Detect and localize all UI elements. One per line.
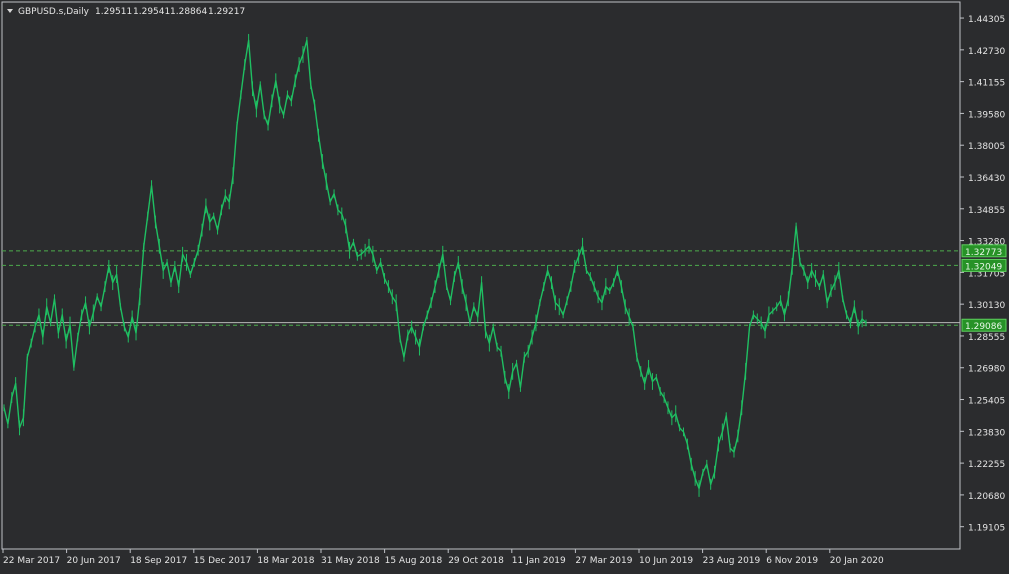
- x-tick-label: 20 Jun 2017: [67, 556, 121, 566]
- y-tick-label: 1.25405: [968, 397, 1005, 407]
- x-tick-label: 15 Aug 2018: [385, 556, 443, 566]
- x-tick-label: 11 Jan 2019: [512, 556, 566, 566]
- y-tick-label: 1.42730: [968, 47, 1005, 57]
- x-tick-label: 29 Oct 2018: [448, 556, 504, 566]
- chart-background: [0, 0, 1009, 570]
- x-tick-label: 20 Jan 2020: [830, 556, 884, 566]
- y-tick-label: 1.44305: [968, 15, 1005, 25]
- y-tick-label: 1.28555: [968, 333, 1005, 343]
- ohlc-close: 1.29217: [208, 7, 245, 17]
- y-tick-label: 1.39580: [968, 110, 1005, 120]
- y-tick-label: 1.26980: [968, 365, 1005, 375]
- x-tick-label: 23 Aug 2019: [703, 556, 761, 566]
- x-tick-label: 31 May 2018: [321, 556, 380, 566]
- y-tick-label: 1.30130: [968, 301, 1005, 311]
- x-tick-label: 18 Sep 2017: [130, 556, 187, 566]
- x-tick-label: 6 Nov 2019: [766, 556, 818, 566]
- y-tick-label: 1.19105: [968, 524, 1005, 534]
- header: GBPUSD.s,Daily 1.29511 1.29541 1.28864 1…: [7, 7, 245, 17]
- x-tick-label: 10 Jun 2019: [639, 556, 693, 566]
- y-tick-label: 1.22255: [968, 460, 1005, 470]
- y-tick-label: 1.41155: [968, 79, 1005, 89]
- ohlc-open: 1.29511: [95, 7, 132, 17]
- level-label: 1.29086: [965, 322, 1002, 332]
- y-tick-label: 1.20680: [968, 492, 1005, 502]
- chart-svg: GBPUSD.s,Daily 1.29511 1.29541 1.28864 1…: [0, 0, 1009, 570]
- chart-window: GBPUSD.s,Daily 1.29511 1.29541 1.28864 1…: [0, 0, 1009, 570]
- y-tick-label: 1.38005: [968, 142, 1005, 152]
- x-tick-label: 18 Mar 2018: [257, 556, 314, 566]
- y-tick-label: 1.23830: [968, 428, 1005, 438]
- level-label: 1.32049: [965, 262, 1002, 272]
- x-tick-label: 27 Mar 2019: [575, 556, 632, 566]
- level-label: 1.32773: [965, 248, 1002, 258]
- y-tick-label: 1.36430: [968, 174, 1005, 184]
- x-tick-label: 15 Dec 2017: [194, 556, 252, 566]
- ohlc-high: 1.29541: [133, 7, 170, 17]
- y-tick-label: 1.34855: [968, 206, 1005, 216]
- x-tick-label: 22 Mar 2017: [3, 556, 60, 566]
- ohlc-low: 1.28864: [170, 7, 207, 17]
- symbol-label: GBPUSD.s,Daily: [18, 7, 90, 17]
